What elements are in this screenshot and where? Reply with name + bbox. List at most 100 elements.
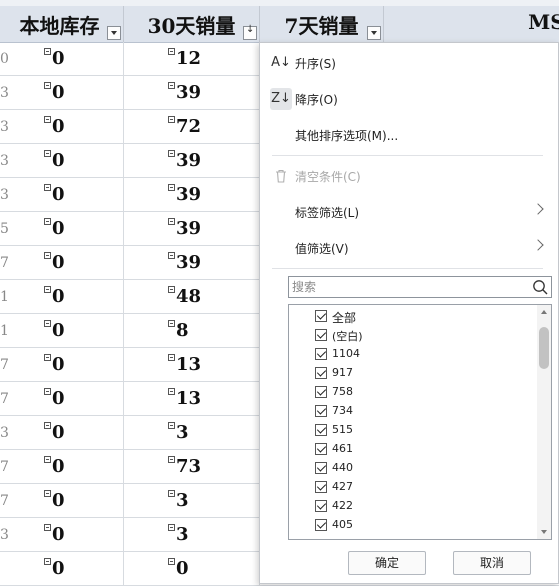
checkbox-checked-icon[interactable] [315, 500, 327, 512]
filter-dropdown-button[interactable] [367, 26, 381, 40]
search-icon[interactable] [532, 279, 548, 295]
checkbox-list-item[interactable]: 515 [315, 421, 515, 440]
collapse-marker-icon [44, 48, 51, 55]
menu-clear-conditions[interactable]: 清空条件(C) [260, 162, 558, 190]
menu-more-sort-options[interactable]: 其他排序选项(M)... [260, 121, 558, 149]
collapse-marker-icon [44, 490, 51, 497]
sales30-cell[interactable]: 39 [124, 212, 260, 246]
checkbox-label: 1104 [332, 347, 360, 360]
stock-cell[interactable]: 0 [0, 42, 124, 76]
cell-value: 13 [176, 388, 202, 409]
cell-value: 13 [176, 354, 202, 375]
collapse-marker-icon [168, 320, 175, 327]
checkbox-list-item[interactable]: 440 [315, 459, 515, 478]
stock-cell[interactable]: 0 [0, 416, 124, 450]
collapse-marker-icon [168, 558, 175, 565]
menu-label: 标签筛选(L) [295, 206, 360, 220]
checkbox-list-item[interactable]: 1104 [315, 345, 515, 364]
collapse-marker-icon [168, 422, 175, 429]
checkbox-checked-icon[interactable] [315, 386, 327, 398]
stock-cell[interactable]: 0 [0, 450, 124, 484]
collapse-marker-icon [44, 524, 51, 531]
checkbox-list-item[interactable]: 422 [315, 497, 515, 516]
vertical-scrollbar[interactable] [537, 305, 551, 539]
stock-cell[interactable]: 0 [0, 552, 124, 586]
stock-cell[interactable]: 0 [0, 110, 124, 144]
menu-sort-ascending[interactable]: A↓ 升序(S) [260, 49, 558, 77]
checkbox-checked-icon[interactable] [315, 443, 327, 455]
filter-dropdown-button[interactable] [107, 26, 121, 40]
stock-cell[interactable]: 0 [0, 280, 124, 314]
stock-cell[interactable]: 0 [0, 212, 124, 246]
ok-button[interactable]: 确定 [348, 551, 426, 575]
cell-value: 39 [176, 218, 202, 239]
sales30-cell[interactable]: 3 [124, 518, 260, 552]
sales30-cell[interactable]: 3 [124, 484, 260, 518]
sales30-cell[interactable]: 39 [124, 144, 260, 178]
header-cell-msi: MSI [384, 6, 559, 42]
sales30-cell[interactable]: 73 [124, 450, 260, 484]
sales30-cell[interactable]: 39 [124, 178, 260, 212]
checkbox-list-item[interactable]: 全部 [315, 307, 515, 326]
cell-value: 3 [176, 490, 189, 511]
sort-filter-button[interactable] [243, 24, 257, 40]
sales30-cell[interactable]: 8 [124, 314, 260, 348]
sales30-cell[interactable]: 39 [124, 246, 260, 280]
stock-cell[interactable]: 0 [0, 178, 124, 212]
cell-value: 0 [176, 558, 189, 579]
header-cell-stock: 本地库存 [0, 6, 124, 42]
stock-cell[interactable]: 0 [0, 518, 124, 552]
checkbox-list-item[interactable]: (空白) [315, 326, 515, 345]
sort-ascending-icon: A↓ [271, 55, 291, 70]
scrollbar-thumb[interactable] [539, 327, 549, 369]
checkbox-checked-icon[interactable] [315, 329, 327, 341]
checkbox-label: 440 [332, 461, 353, 474]
menu-label-filter[interactable]: 标签筛选(L) [260, 198, 558, 226]
menu-sort-descending[interactable]: Z↓ 降序(O) [260, 85, 558, 113]
checkbox-checked-icon[interactable] [315, 519, 327, 531]
cell-value: 0 [52, 524, 65, 545]
sales30-cell[interactable]: 13 [124, 348, 260, 382]
stock-cell[interactable]: 0 [0, 76, 124, 110]
stock-cell[interactable]: 0 [0, 348, 124, 382]
checkbox-checked-icon[interactable] [315, 310, 327, 322]
scroll-up-arrow-icon[interactable] [541, 310, 547, 314]
sales30-cell[interactable]: 72 [124, 110, 260, 144]
checkbox-list-item[interactable]: 461 [315, 440, 515, 459]
search-input[interactable] [292, 278, 520, 296]
cancel-button[interactable]: 取消 [453, 551, 531, 575]
collapse-marker-icon [168, 116, 175, 123]
scroll-down-arrow-icon[interactable] [541, 530, 547, 534]
checkbox-list-item[interactable]: 405 [315, 516, 515, 535]
checkbox-checked-icon[interactable] [315, 462, 327, 474]
checkbox-list-item[interactable]: 917 [315, 364, 515, 383]
cell-value: 0 [52, 388, 65, 409]
sales30-cell[interactable]: 12 [124, 42, 260, 76]
sales30-cell[interactable]: 48 [124, 280, 260, 314]
checkbox-list-item[interactable]: 758 [315, 383, 515, 402]
checkbox-checked-icon[interactable] [315, 481, 327, 493]
checkbox-label: 427 [332, 480, 353, 493]
stock-cell[interactable]: 0 [0, 144, 124, 178]
checkbox-checked-icon[interactable] [315, 367, 327, 379]
sales30-cell[interactable]: 0 [124, 552, 260, 586]
collapse-marker-icon [168, 82, 175, 89]
checkbox-checked-icon[interactable] [315, 424, 327, 436]
cell-value: 0 [52, 456, 65, 477]
sales30-cell[interactable]: 13 [124, 382, 260, 416]
cell-value: 73 [176, 456, 202, 477]
stock-cell[interactable]: 0 [0, 382, 124, 416]
menu-value-filter[interactable]: 值筛选(V) [260, 234, 558, 262]
checkbox-list-item[interactable]: 734 [315, 402, 515, 421]
stock-cell[interactable]: 0 [0, 484, 124, 518]
collapse-marker-icon [168, 184, 175, 191]
checkbox-list-item[interactable]: 427 [315, 478, 515, 497]
checkbox-label: 全部 [332, 311, 357, 325]
sales30-cell[interactable]: 39 [124, 76, 260, 110]
stock-cell[interactable]: 0 [0, 314, 124, 348]
sales30-cell[interactable]: 3 [124, 416, 260, 450]
checkbox-checked-icon[interactable] [315, 348, 327, 360]
checkbox-checked-icon[interactable] [315, 405, 327, 417]
stock-cell[interactable]: 0 [0, 246, 124, 280]
trash-icon [270, 165, 292, 187]
